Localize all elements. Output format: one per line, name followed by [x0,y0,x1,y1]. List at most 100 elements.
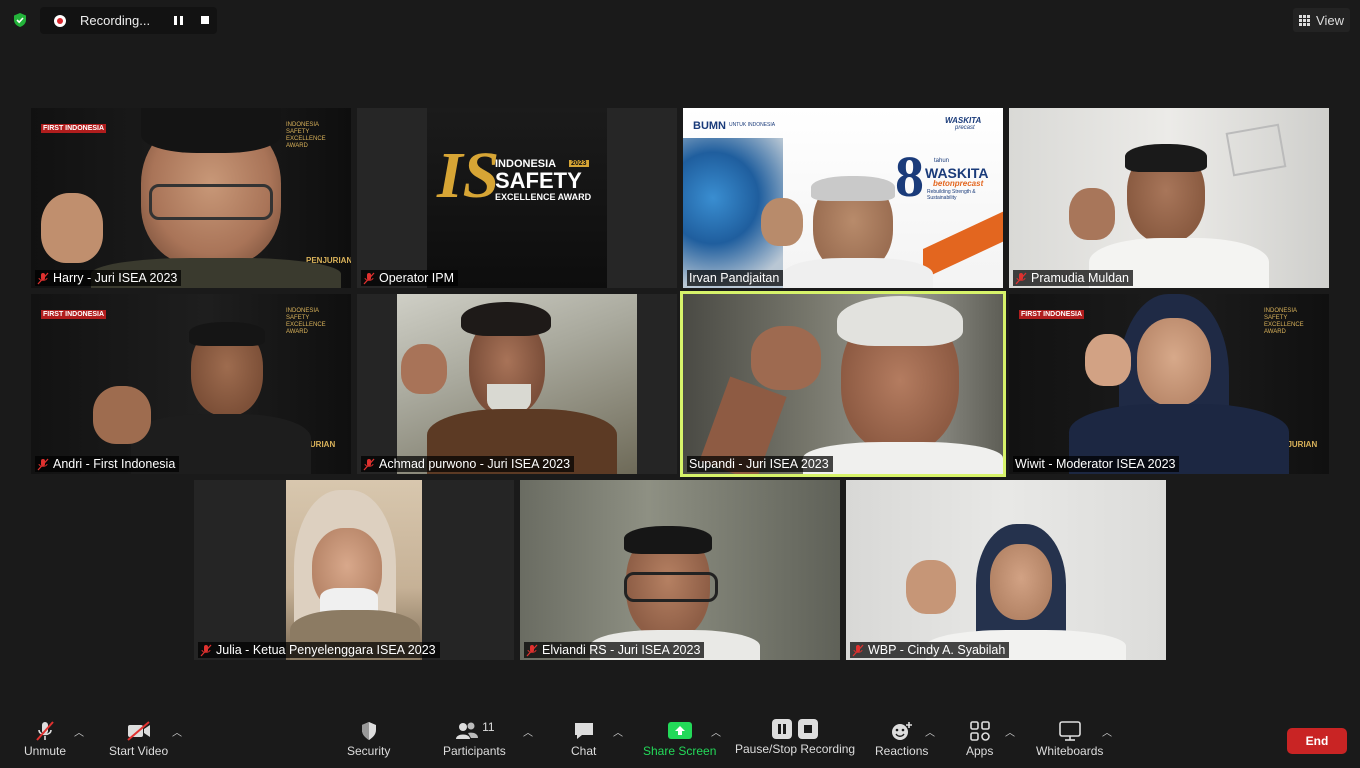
share-screen-button[interactable]: Share Screen [643,720,716,758]
share-options-caret-icon[interactable]: ︿ [711,724,721,739]
participant-name: Operator IPM [379,271,455,285]
participant-hair [141,108,281,153]
isea-big-logo: IS [437,139,500,212]
participant-name-tag: WBP - Cindy A. Syabilah [850,642,1010,658]
muted-mic-icon [37,458,49,471]
video-off-icon [125,720,153,742]
share-screen-label: Share Screen [643,744,717,758]
participant-face [990,544,1052,620]
first-indonesia-logo: FIRST INDONESIA [41,124,107,133]
apps-icon [969,720,991,742]
view-label: View [1316,12,1344,28]
wall-frame [1225,123,1287,177]
encryption-shield-icon[interactable] [12,12,28,28]
participants-icon: 11 [454,720,495,742]
participant-name-tag: Irvan Pandjaitan [687,270,784,286]
muted-mic-icon [33,720,57,742]
waskita-tagline: Rebuilding Strength & Sustainability [927,189,976,201]
isea-line2: SAFETY [495,168,582,193]
glasses [149,184,273,220]
participant-name-tag: Wiwit - Moderator ISEA 2023 [1013,456,1180,472]
participant-name: Andri - First Indonesia [53,457,176,471]
participant-name-tag: Supandi - Juri ISEA 2023 [687,456,833,472]
first-indonesia-logo: FIRST INDONESIA [1019,310,1085,319]
isea-small-logo: INDONESIA SAFETY EXCELLENCE AWARD [286,122,326,149]
whiteboards-button[interactable]: Whiteboards [1036,720,1103,758]
end-meeting-button[interactable]: End [1287,728,1347,754]
video-tile[interactable]: WBP - Cindy A. Syabilah [846,480,1166,660]
video-tile[interactable]: Elviandi RS - Juri ISEA 2023 [520,480,840,660]
video-tile[interactable]: FIRST INDONESIA INDONESIA SAFETY EXCELLE… [31,294,351,474]
raised-fist [1069,188,1115,240]
participants-options-caret-icon[interactable]: ︿ [523,724,533,739]
pause-icon [772,719,793,739]
participant-name-tag: Achmad purwono - Juri ISEA 2023 [361,456,575,472]
start-video-button[interactable]: Start Video [109,720,168,758]
participant-name: Pramudia Muldan [1031,271,1129,285]
participants-count: 11 [482,720,495,734]
view-button[interactable]: View [1293,8,1350,32]
recording-status: Recording... [80,13,151,28]
participant-name: Achmad purwono - Juri ISEA 2023 [379,457,571,471]
participant-name-tag: Julia - Ketua Penyelenggara ISEA 2023 [198,642,440,658]
recording-controls-icon [771,718,819,740]
unmute-button[interactable]: Unmute [24,720,66,758]
video-options-caret-icon[interactable]: ︿ [172,724,182,739]
glasses [624,572,718,602]
reactions-emoji-icon [890,720,914,742]
video-tile[interactable]: FIRST INDONESIA INDONESIA SAFETY EXCELLE… [1009,294,1329,474]
muted-mic-icon [37,272,49,285]
stop-recording-icon[interactable] [201,16,209,24]
video-tile[interactable]: Achmad purwono - Juri ISEA 2023 [357,294,677,474]
participant-name: Harry - Juri ISEA 2023 [53,271,178,285]
participant-shirt [783,258,933,288]
waskita-years: 8 [895,144,924,209]
participant-hair [189,322,265,346]
whiteboards-label: Whiteboards [1036,744,1104,758]
apps-label: Apps [966,744,994,758]
raised-fist [906,560,956,614]
waskita-sub: betonprecast [933,179,984,188]
chat-options-caret-icon[interactable]: ︿ [613,724,623,739]
start-video-label: Start Video [109,744,169,758]
share-screen-icon [667,720,693,742]
isea-year: 2023 [569,160,589,167]
reactions-button[interactable]: Reactions [875,720,928,758]
reactions-label: Reactions [875,744,929,758]
participant-name: Julia - Ketua Penyelenggara ISEA 2023 [216,643,436,657]
pause-stop-recording-button[interactable]: Pause/Stop Recording [735,718,855,756]
video-tile-active-speaker[interactable]: Supandi - Juri ISEA 2023 [680,291,1006,477]
chat-bubble-icon [572,720,596,742]
participant-name-tag: Elviandi RS - Juri ISEA 2023 [524,642,705,658]
raised-fist [1085,334,1131,386]
waskita-tahun: tahun [934,158,950,164]
chat-button[interactable]: Chat [571,720,596,758]
video-tile[interactable]: FIRST INDONESIA INDONESIA SAFETY EXCELLE… [31,108,351,288]
stop-icon [798,719,819,739]
video-tile[interactable]: IS INDONESIA 2023 SAFETY EXCELLENCE AWAR… [357,108,677,288]
isea-small-logo: INDONESIA SAFETY EXCELLENCE AWARD [286,308,326,335]
video-tile[interactable]: Julia - Ketua Penyelenggara ISEA 2023 [194,480,514,660]
apps-button[interactable]: Apps [966,720,993,758]
recording-indicator: Recording... [40,7,217,34]
raised-fist [761,198,803,246]
participant-hair [811,176,895,201]
grid-view-icon [1299,14,1311,26]
reactions-options-caret-icon[interactable]: ︿ [925,724,935,739]
video-tile[interactable]: BUMN UNTUK INDONESIA WASKITA precast 8 t… [683,108,1003,288]
security-button[interactable]: Security [347,720,390,758]
participant-name-tag: Pramudia Muldan [1013,270,1133,286]
audio-options-caret-icon[interactable]: ︿ [74,724,84,739]
pause-recording-icon[interactable] [174,16,183,25]
video-tile[interactable]: Pramudia Muldan [1009,108,1329,288]
beret [461,302,551,336]
participants-button[interactable]: 11 Participants [443,720,506,758]
participant-name: WBP - Cindy A. Syabilah [868,643,1006,657]
participant-shirt [803,442,1003,474]
unmute-label: Unmute [24,744,67,758]
raised-fist [93,386,151,444]
whiteboards-options-caret-icon[interactable]: ︿ [1102,724,1112,739]
participant-name: Elviandi RS - Juri ISEA 2023 [542,643,701,657]
participant-name-tag: Andri - First Indonesia [35,456,180,472]
apps-options-caret-icon[interactable]: ︿ [1005,724,1015,739]
